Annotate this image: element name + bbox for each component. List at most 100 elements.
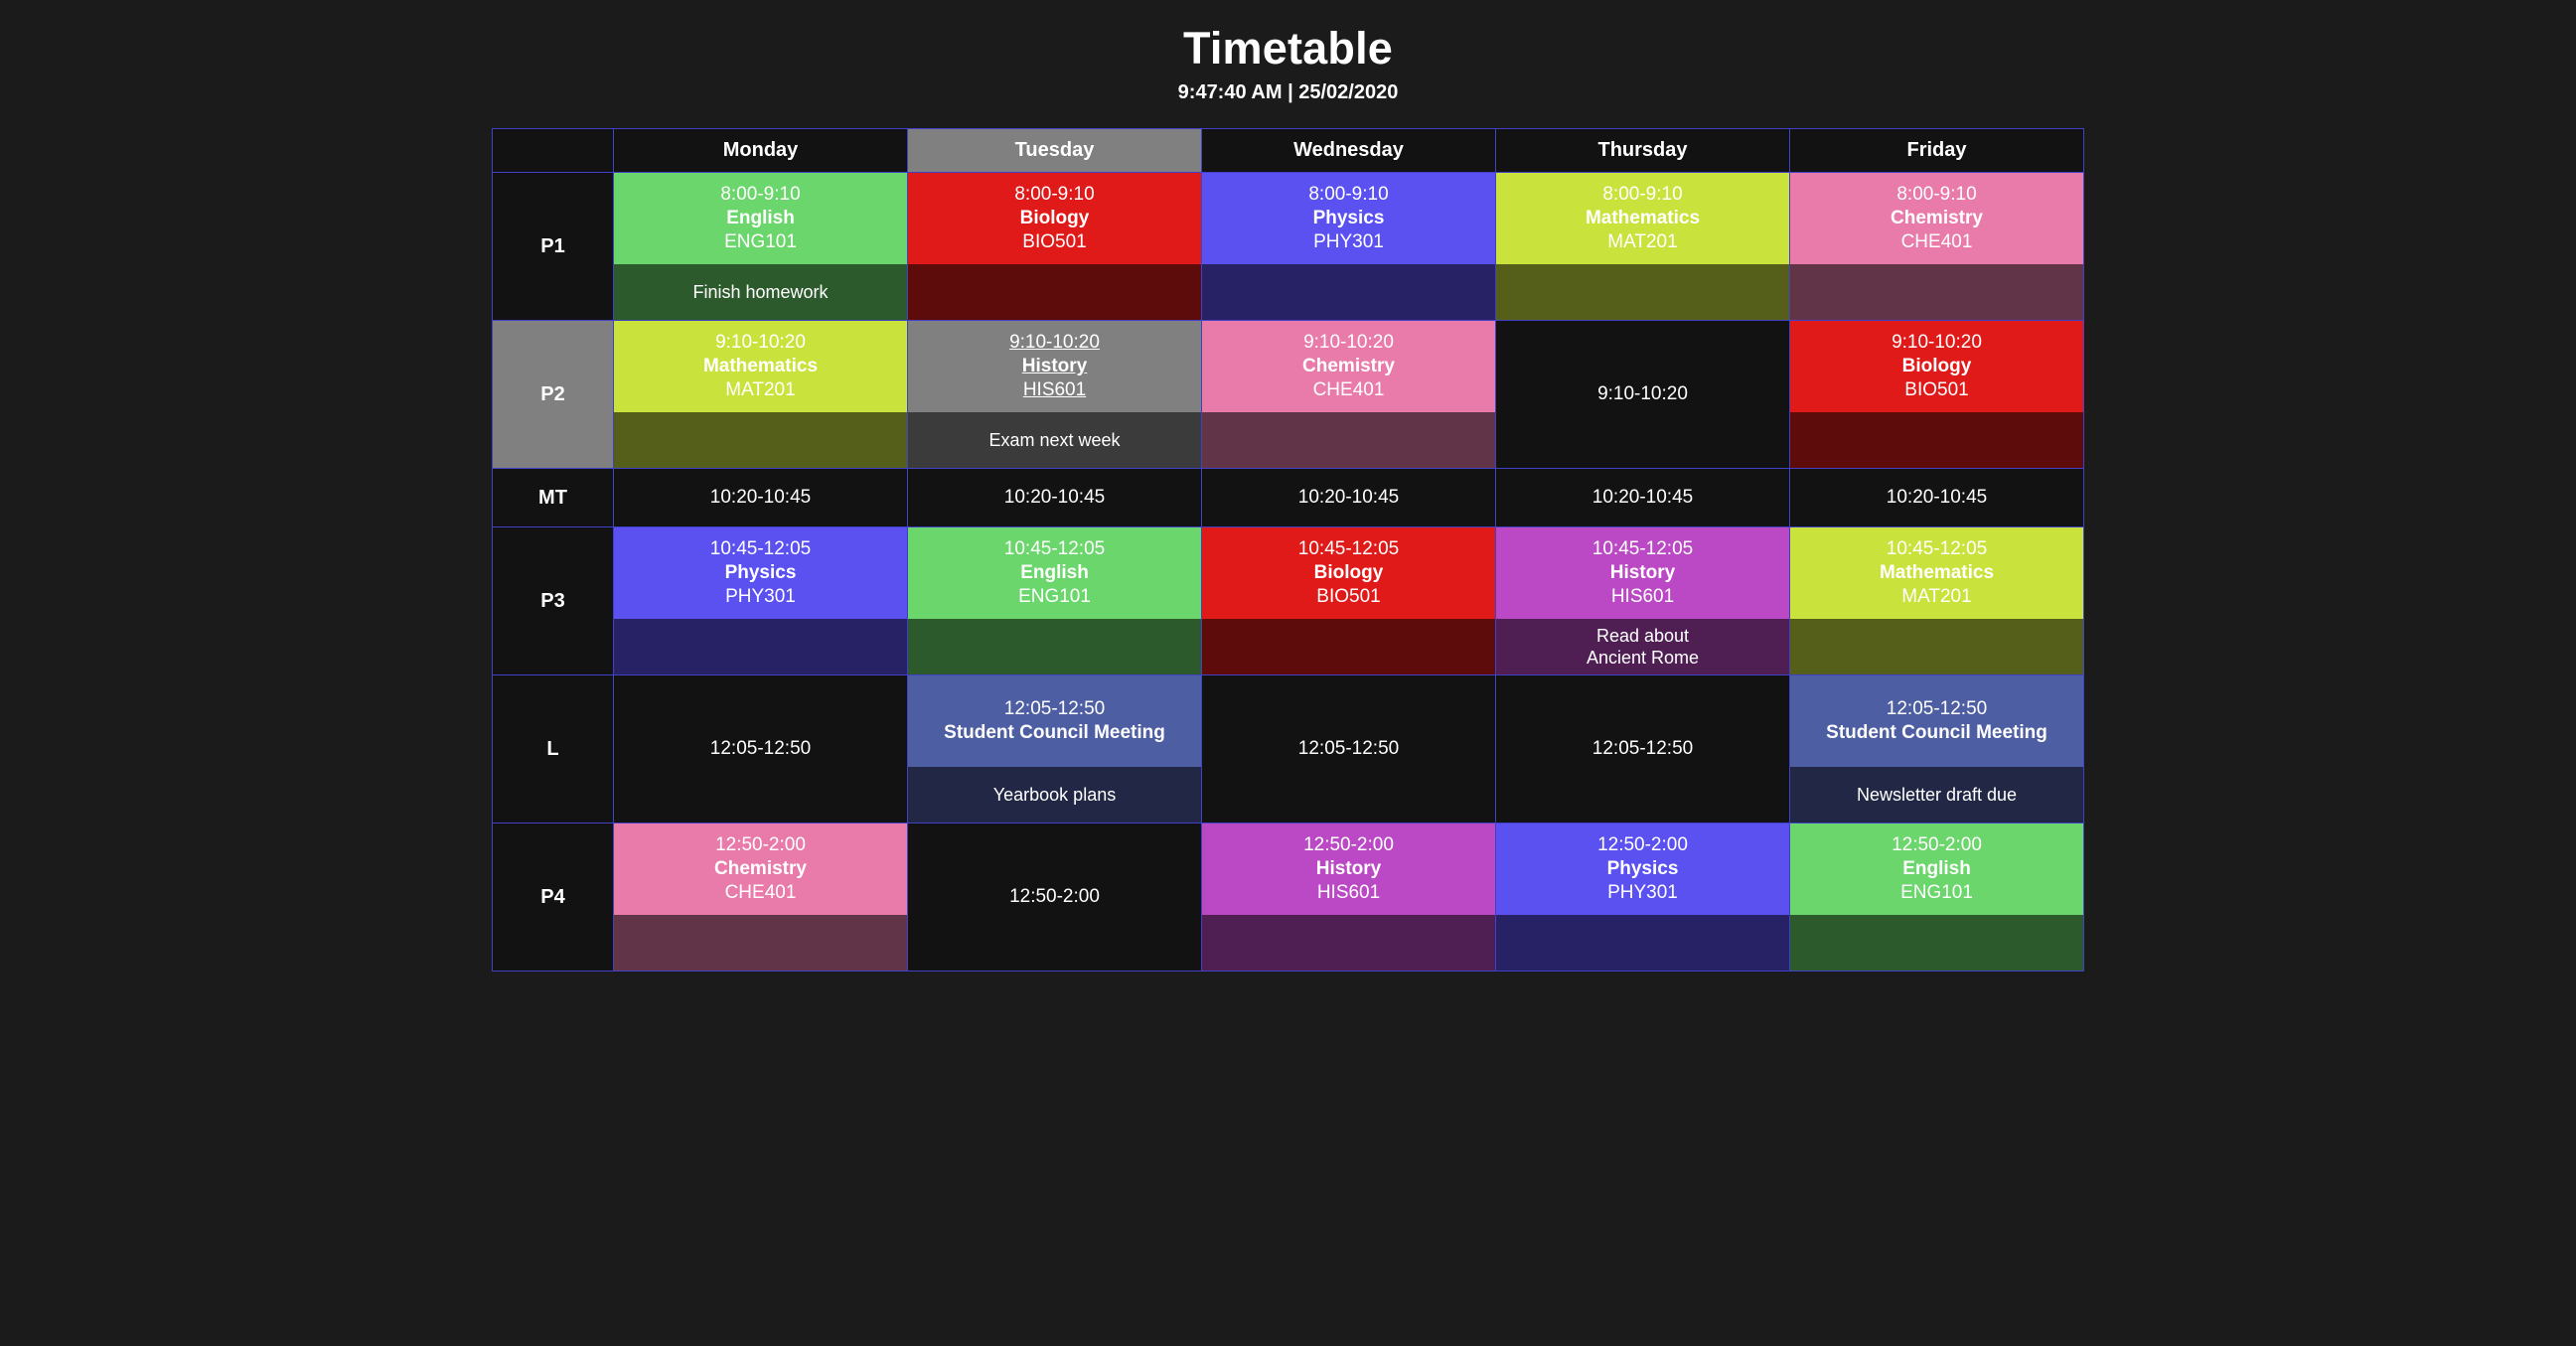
slot-note[interactable]: Yearbook plans xyxy=(908,767,1201,823)
lesson-body: 10:45-12:05 Physics PHY301 xyxy=(614,527,907,620)
slot-note[interactable] xyxy=(908,264,1201,321)
slot-subject: English xyxy=(1020,562,1089,584)
timetable-cell[interactable]: 10:20-10:45 xyxy=(613,468,908,528)
timetable-cell[interactable]: 10:45-12:05 English ENG101 xyxy=(907,526,1202,676)
slot-time: 9:10-10:20 xyxy=(1009,332,1100,354)
lesson-body: 10:45-12:05 Mathematics MAT201 xyxy=(1790,527,2083,620)
day-header-tuesday[interactable]: Tuesday xyxy=(907,128,1202,174)
timetable-cell[interactable]: 12:05-12:50 xyxy=(1495,674,1790,824)
slot-note[interactable]: Read about Ancient Rome xyxy=(1496,619,1789,675)
timetable-cell[interactable]: 12:50-2:00 Chemistry CHE401 xyxy=(613,823,908,972)
timetable-cell[interactable]: 10:45-12:05 Mathematics MAT201 xyxy=(1789,526,2084,676)
empty-slot: 9:10-10:20 xyxy=(1496,321,1789,469)
slot-note[interactable] xyxy=(1202,264,1495,321)
lesson-body: 12:50-2:00 English ENG101 xyxy=(1790,823,2083,916)
slot-note[interactable] xyxy=(614,412,907,469)
period-label-p3: P3 xyxy=(492,526,614,676)
slot-note[interactable] xyxy=(614,915,907,972)
lesson-slot: 12:50-2:00 Physics PHY301 xyxy=(1496,823,1789,972)
slot-code: PHY301 xyxy=(1607,882,1678,904)
lesson-slot: 12:50-2:00 History HIS601 xyxy=(1202,823,1495,972)
empty-slot: 12:05-12:50 xyxy=(614,675,907,823)
timetable-cell[interactable]: 12:05-12:50 xyxy=(1201,674,1496,824)
slot-note[interactable] xyxy=(1790,264,2083,321)
slot-subject: Physics xyxy=(1312,208,1385,229)
slot-code: MAT201 xyxy=(1901,586,1972,608)
slot-code: MAT201 xyxy=(725,379,796,401)
slot-note[interactable] xyxy=(1202,619,1495,675)
timetable-cell[interactable]: 12:50-2:00 History HIS601 xyxy=(1201,823,1496,972)
timetable-cell[interactable]: 12:05-12:50 xyxy=(613,674,908,824)
slot-note[interactable]: Finish homework xyxy=(614,264,907,321)
slot-note[interactable] xyxy=(1790,915,2083,972)
slot-note[interactable] xyxy=(614,619,907,675)
slot-subject: Biology xyxy=(1019,208,1090,229)
timetable-cell[interactable]: 8:00-9:10 English ENG101 Finish homework xyxy=(613,172,908,322)
lesson-body: 8:00-9:10 Biology BIO501 xyxy=(908,173,1201,265)
timetable-cell[interactable]: 10:45-12:05 Physics PHY301 xyxy=(613,526,908,676)
slot-subject: Mathematics xyxy=(1585,208,1701,229)
slot-time: 10:45-12:05 xyxy=(1003,538,1106,560)
lesson-slot: 10:45-12:05 English ENG101 xyxy=(908,527,1201,675)
slot-note[interactable] xyxy=(1790,619,2083,675)
slot-note[interactable] xyxy=(1790,412,2083,469)
timetable-cell[interactable]: 12:50-2:00 English ENG101 xyxy=(1789,823,2084,972)
slot-time: 10:45-12:05 xyxy=(1886,538,1988,560)
page-title: Timetable xyxy=(1182,23,1394,74)
day-header-friday[interactable]: Friday xyxy=(1789,128,2084,174)
slot-note[interactable] xyxy=(1496,915,1789,972)
timetable-cell[interactable]: 12:50-2:00 xyxy=(907,823,1202,972)
slot-time: 10:20-10:45 xyxy=(1886,487,1988,509)
slot-note[interactable] xyxy=(1202,915,1495,972)
timetable-cell[interactable]: 10:45-12:05 Biology BIO501 xyxy=(1201,526,1496,676)
slot-time: 8:00-9:10 xyxy=(1014,184,1095,206)
timetable-cell[interactable]: 9:10-10:20 History HIS601 Exam next week xyxy=(907,320,1202,470)
timetable-cell[interactable]: 10:20-10:45 xyxy=(1201,468,1496,528)
timetable-cell[interactable]: 10:20-10:45 xyxy=(907,468,1202,528)
slot-code: BIO501 xyxy=(1316,586,1381,608)
timetable-row-p1: P1 8:00-9:10 English ENG101 Finish homework 8… xyxy=(492,172,2084,322)
day-header-thursday[interactable]: Thursday xyxy=(1495,128,1790,174)
lesson-slot: 8:00-9:10 Physics PHY301 xyxy=(1202,173,1495,321)
lesson-slot: 10:45-12:05 History HIS601 Read about Ancien… xyxy=(1496,527,1789,675)
lesson-slot: 8:00-9:10 English ENG101 Finish homework xyxy=(614,173,907,321)
day-header-monday[interactable]: Monday xyxy=(613,128,908,174)
slot-note[interactable] xyxy=(1202,412,1495,469)
slot-time: 8:00-9:10 xyxy=(1602,184,1683,206)
timetable-cell[interactable]: 12:05-12:50 Student Council Meeting Newsle… xyxy=(1789,674,2084,824)
slot-note[interactable]: Newsletter draft due xyxy=(1790,767,2083,823)
timetable-cell[interactable]: 8:00-9:10 Biology BIO501 xyxy=(907,172,1202,322)
lesson-body: 12:50-2:00 Chemistry CHE401 xyxy=(614,823,907,916)
timetable-cell[interactable]: 10:20-10:45 xyxy=(1495,468,1790,528)
lesson-body: 12:05-12:50 Student Council Meeting xyxy=(1790,675,2083,768)
timetable-row-mt: MT 10:20-10:45 10:20-10:45 10:20-10:45 10:20… xyxy=(492,468,2084,528)
slot-time: 10:45-12:05 xyxy=(1297,538,1400,560)
day-header-wednesday[interactable]: Wednesday xyxy=(1201,128,1496,174)
empty-slot: 10:20-10:45 xyxy=(614,469,907,527)
lesson-body: 10:45-12:05 English ENG101 xyxy=(908,527,1201,620)
slot-note[interactable] xyxy=(908,619,1201,675)
timetable-cell[interactable]: 12:05-12:50 Student Council Meeting Yearbo… xyxy=(907,674,1202,824)
timetable-cell[interactable]: 10:45-12:05 History HIS601 Read about Ancien… xyxy=(1495,526,1790,676)
slot-note[interactable]: Exam next week xyxy=(908,412,1201,469)
slot-subject: Mathematics xyxy=(1879,562,1995,584)
slot-code: PHY301 xyxy=(1313,231,1384,253)
timetable-cell[interactable]: 8:00-9:10 Chemistry CHE401 xyxy=(1789,172,2084,322)
timetable-cell[interactable]: 9:10-10:20 Chemistry CHE401 xyxy=(1201,320,1496,470)
empty-slot: 10:20-10:45 xyxy=(1496,469,1789,527)
timetable-cell[interactable]: 8:00-9:10 Mathematics MAT201 xyxy=(1495,172,1790,322)
lesson-slot: 9:10-10:20 History HIS601 Exam next week xyxy=(908,321,1201,469)
slot-code: CHE401 xyxy=(1312,379,1385,401)
timetable-cell[interactable]: 9:10-10:20 Biology BIO501 xyxy=(1789,320,2084,470)
timetable-cell[interactable]: 12:50-2:00 Physics PHY301 xyxy=(1495,823,1790,972)
slot-note[interactable] xyxy=(1496,264,1789,321)
lesson-body: 9:10-10:20 History HIS601 xyxy=(908,321,1201,413)
timetable-header: Monday Tuesday Wednesday Thursday Friday xyxy=(492,128,2084,174)
timetable-cell[interactable]: 9:10-10:20 Mathematics MAT201 xyxy=(613,320,908,470)
period-label-p4: P4 xyxy=(492,823,614,972)
timetable-cell[interactable]: 8:00-9:10 Physics PHY301 xyxy=(1201,172,1496,322)
timetable-cell[interactable]: 9:10-10:20 xyxy=(1495,320,1790,470)
slot-code: ENG101 xyxy=(724,231,797,253)
lesson-body: 12:50-2:00 Physics PHY301 xyxy=(1496,823,1789,916)
timetable-cell[interactable]: 10:20-10:45 xyxy=(1789,468,2084,528)
